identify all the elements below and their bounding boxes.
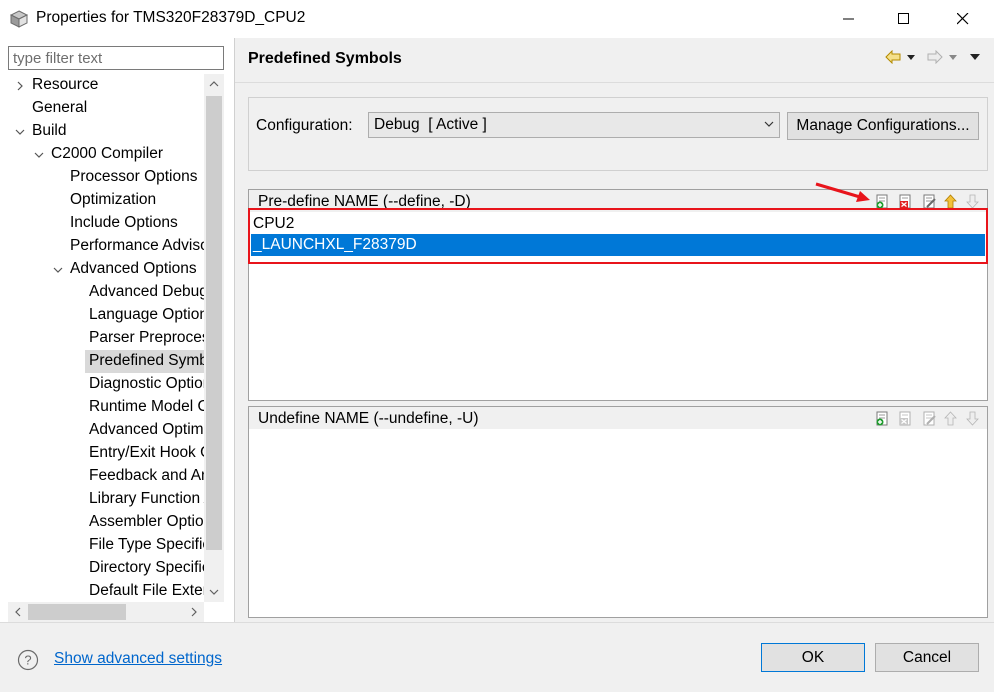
scroll-down-icon[interactable]	[204, 582, 224, 602]
tree-horizontal-scrollbar[interactable]	[8, 602, 204, 622]
predefine-list[interactable]: CPU2 _LAUNCHXL_F28379D	[249, 212, 987, 400]
tree-item-label: Advanced Options	[70, 260, 197, 277]
app-cube-icon	[10, 10, 28, 28]
list-item[interactable]: _LAUNCHXL_F28379D	[251, 234, 985, 256]
forward-button[interactable]	[927, 48, 959, 66]
tree-item-label: Performance Advisor	[70, 237, 204, 254]
minimize-button[interactable]	[826, 0, 872, 38]
back-button[interactable]	[885, 48, 917, 66]
tree-vertical-scrollbar[interactable]	[204, 74, 224, 602]
undefine-list-group: Undefine NAME (--undefine, -U)	[248, 406, 988, 618]
close-button[interactable]	[940, 0, 986, 38]
chevron-right-icon[interactable]	[14, 74, 26, 97]
tree-item-label: Parser Preprocessing Options	[89, 329, 204, 346]
undefine-title: Undefine NAME (--undefine, -U)	[258, 410, 479, 427]
back-arrow-icon	[885, 50, 901, 64]
maximize-icon	[898, 13, 909, 24]
tree-item-label: Processor Options	[70, 168, 198, 185]
scrollbar-thumb[interactable]	[28, 604, 126, 620]
undefine-list-header: Undefine NAME (--undefine, -U)	[249, 407, 987, 429]
minimize-icon	[843, 18, 854, 20]
tree-item-label: File Type Specifier	[89, 536, 204, 553]
ok-button[interactable]: OK	[761, 643, 865, 672]
tree-item-label: Feedback and Analysis Options	[89, 467, 204, 484]
forward-arrow-icon	[927, 50, 943, 64]
tree-item-label: Directory Specifier	[89, 559, 204, 576]
scroll-up-icon[interactable]	[204, 74, 224, 94]
chevron-down-icon[interactable]	[33, 143, 45, 166]
header-separator	[235, 82, 994, 83]
maximize-button[interactable]	[881, 0, 927, 38]
predefine-list-header: Pre-define NAME (--define, -D)	[249, 190, 987, 212]
dropdown-icon	[907, 55, 915, 60]
tree-item-label: Library Function Assumptions	[89, 490, 204, 507]
dialog-footer: ? Show advanced settings OK Cancel	[0, 623, 994, 692]
tree-item-label: C2000 Compiler	[51, 145, 163, 162]
predefine-title: Pre-define NAME (--define, -D)	[258, 193, 471, 210]
move-down-icon[interactable]	[965, 411, 980, 426]
dropdown-icon	[949, 55, 957, 60]
page-title: Predefined Symbols	[248, 50, 402, 67]
tree-item-label: Include Options	[70, 214, 178, 231]
tree-item-label: Build	[32, 122, 67, 139]
chevron-down-icon	[764, 121, 774, 127]
annotation-arrow-icon	[815, 182, 870, 202]
delete-icon[interactable]	[898, 411, 913, 426]
settings-tree: Resource General Build C2000 Compiler Pr…	[8, 74, 204, 602]
scrollbar-thumb[interactable]	[206, 96, 222, 550]
predefine-list-group: Pre-define NAME (--define, -D) CPU2 _LAU…	[248, 189, 988, 401]
move-down-icon[interactable]	[965, 194, 980, 209]
configuration-label: Configuration:	[256, 117, 353, 134]
delete-icon[interactable]	[898, 194, 913, 209]
add-icon[interactable]	[875, 194, 890, 209]
configuration-select[interactable]: Debug [ Active ]	[368, 112, 780, 138]
close-icon	[957, 13, 969, 25]
tree-item-label: General	[32, 99, 88, 116]
tree-item-label: Diagnostic Options	[89, 375, 204, 392]
configuration-value: Debug [ Active ]	[374, 116, 487, 133]
manage-configurations-button[interactable]: Manage Configurations...	[787, 112, 979, 140]
filter-input[interactable]	[8, 46, 224, 70]
page-header: Predefined Symbols	[235, 38, 994, 82]
window-title: Properties for TMS320F28379D_CPU2	[36, 9, 306, 26]
edit-icon[interactable]	[922, 194, 937, 209]
move-up-icon[interactable]	[943, 194, 958, 209]
svg-text:?: ?	[24, 653, 31, 668]
undefine-list[interactable]	[249, 429, 987, 617]
tree-item-label: Default File Extensions	[89, 582, 204, 599]
edit-icon[interactable]	[922, 411, 937, 426]
tree-item-label: Advanced Optimizations	[89, 421, 204, 438]
move-up-icon[interactable]	[943, 411, 958, 426]
tree-item-label: Optimization	[70, 191, 157, 208]
cancel-button[interactable]: Cancel	[875, 643, 979, 672]
scroll-right-icon[interactable]	[184, 602, 204, 622]
tree-item-label: Predefined Symbols	[89, 352, 204, 369]
chevron-down-icon[interactable]	[14, 120, 26, 143]
title-bar: Properties for TMS320F28379D_CPU2	[0, 0, 994, 38]
tree-item-label: Language Options	[89, 306, 204, 323]
tree-item-label: Advanced Debug Options	[89, 283, 204, 300]
view-menu-icon	[970, 54, 980, 60]
tree-item-label: Assembler Options	[89, 513, 204, 530]
view-menu-button[interactable]	[969, 48, 981, 66]
show-advanced-settings-link[interactable]: Show advanced settings	[54, 650, 222, 668]
list-item[interactable]: CPU2	[251, 213, 985, 235]
add-icon[interactable]	[875, 411, 890, 426]
tree-item-label: Resource	[32, 76, 99, 93]
help-icon[interactable]: ?	[17, 649, 39, 671]
scroll-left-icon[interactable]	[8, 602, 28, 622]
tree-item-predefined-symbols[interactable]: Predefined Symbols	[85, 350, 204, 373]
tree-item-label: Entry/Exit Hook Options	[89, 444, 204, 461]
tree-item-label: Runtime Model Options	[89, 398, 204, 415]
chevron-down-icon[interactable]	[52, 258, 64, 281]
